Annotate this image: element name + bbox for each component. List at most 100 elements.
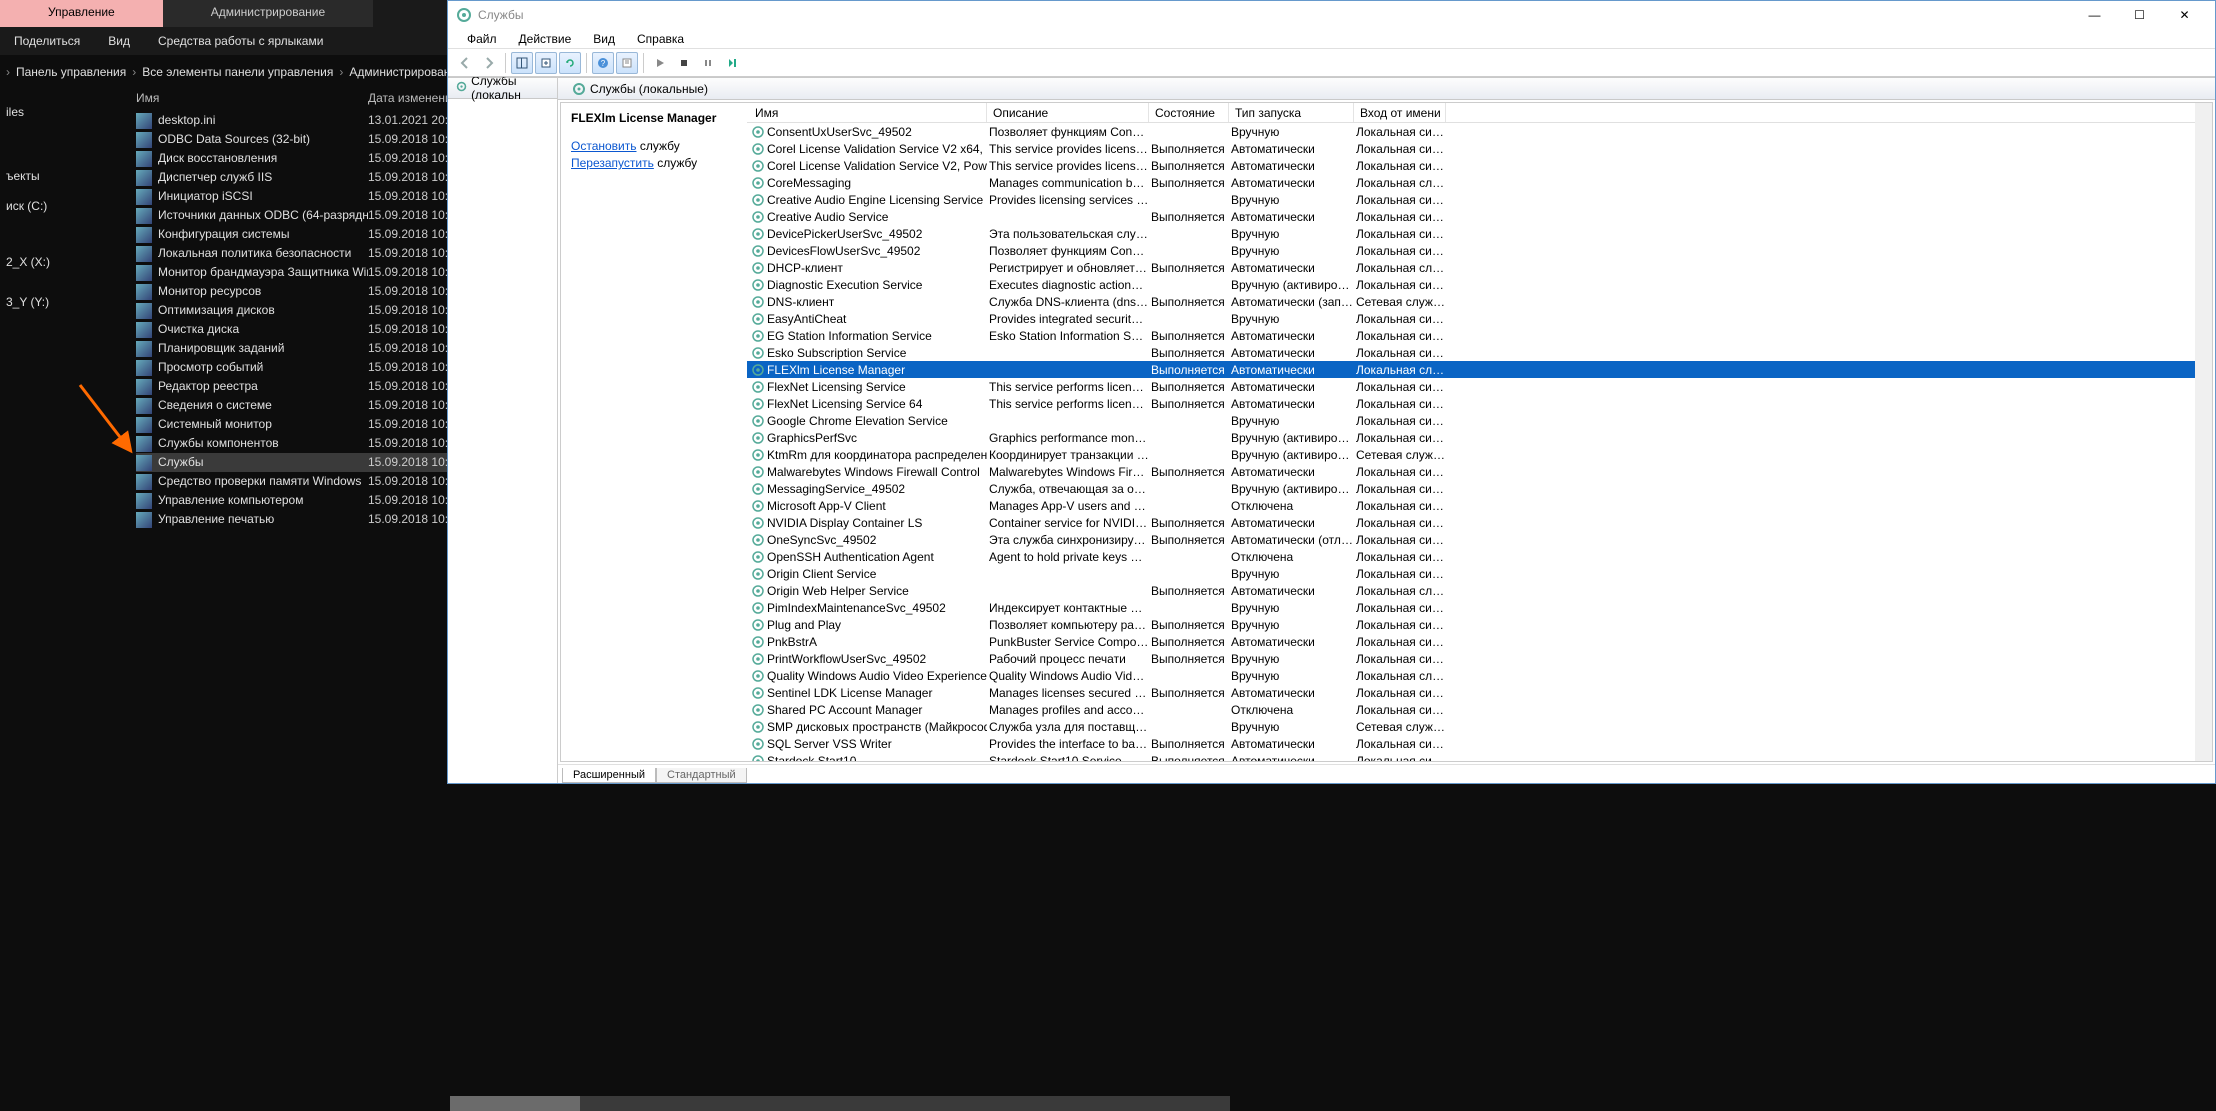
menu-shortcut-tools[interactable]: Средства работы с ярлыками <box>144 31 337 51</box>
pause-button[interactable] <box>697 52 719 74</box>
horizontal-scrollbar[interactable] <box>450 1096 1230 1111</box>
table-row[interactable]: SMP дисковых пространств (Майкрософт)Слу… <box>747 718 2195 735</box>
table-row[interactable]: Quality Windows Audio Video ExperienceQu… <box>747 667 2195 684</box>
service-logon: Локальная сист... <box>1354 346 1446 360</box>
vertical-scrollbar[interactable] <box>2195 103 2212 761</box>
breadcrumb-seg[interactable]: Панель управления <box>10 65 132 79</box>
properties-button[interactable] <box>616 52 638 74</box>
pane-title: Службы (локальные) <box>558 78 2215 100</box>
table-row[interactable]: KtmRm для координатора распределенных ..… <box>747 446 2195 463</box>
table-row[interactable]: Origin Client ServiceВручнуюЛокальная си… <box>747 565 2195 582</box>
sidebar-item[interactable]: iles <box>4 101 126 123</box>
sidebar-item[interactable]: ъекты <box>4 165 126 187</box>
sidebar-item[interactable] <box>4 123 126 131</box>
table-row[interactable]: CoreMessagingManages communication betw.… <box>747 174 2195 191</box>
table-row[interactable]: Plug and PlayПозволяет компьютеру распо.… <box>747 616 2195 633</box>
table-row[interactable]: ConsentUxUserSvc_49502Позволяет функциям… <box>747 123 2195 140</box>
minimize-button[interactable]: — <box>2072 4 2117 26</box>
sidebar-item[interactable] <box>4 187 126 195</box>
menu-file[interactable]: Файл <box>456 32 508 46</box>
table-row[interactable]: FLEXlm License ManagerВыполняетсяАвтомат… <box>747 361 2195 378</box>
col-logon[interactable]: Вход от имени <box>1354 103 1446 122</box>
table-row[interactable]: Corel License Validation Service V2 x64,… <box>747 140 2195 157</box>
menu-view[interactable]: Вид <box>582 32 626 46</box>
table-row[interactable]: EasyAntiCheatProvides integrated securit… <box>747 310 2195 327</box>
table-row[interactable]: PimIndexMaintenanceSvc_49502Индексирует … <box>747 599 2195 616</box>
sidebar-item[interactable] <box>4 139 126 147</box>
tab-standard[interactable]: Стандартный <box>656 768 747 783</box>
service-logon: Локальная сист... <box>1354 397 1446 411</box>
table-row[interactable]: Malwarebytes Windows Firewall ControlMal… <box>747 463 2195 480</box>
table-row[interactable]: Origin Web Helper ServiceВыполняетсяАвто… <box>747 582 2195 599</box>
col-name[interactable]: Имя <box>749 103 987 122</box>
table-row[interactable]: Creative Audio ServiceВыполняетсяАвтомат… <box>747 208 2195 225</box>
sidebar-item[interactable]: 2_X (X:) <box>4 251 126 273</box>
table-row[interactable]: DevicePickerUserSvc_49502Эта пользовател… <box>747 225 2195 242</box>
back-button[interactable] <box>454 52 476 74</box>
sidebar-item[interactable]: 3_Y (Y:) <box>4 291 126 313</box>
table-row[interactable]: OneSyncSvc_49502Эта служба синхронизируе… <box>747 531 2195 548</box>
column-date[interactable]: Дата изменени <box>368 91 452 105</box>
tree-local-services[interactable]: Службы (локальн <box>448 77 557 99</box>
table-row[interactable]: DHCP-клиентРегистрирует и обновляет IP-а… <box>747 259 2195 276</box>
stop-button[interactable] <box>673 52 695 74</box>
table-row[interactable]: EG Station Information ServiceEsko Stati… <box>747 327 2195 344</box>
menu-share[interactable]: Поделиться <box>0 31 94 51</box>
table-row[interactable]: PrintWorkflowUserSvc_49502Рабочий процес… <box>747 650 2195 667</box>
help-button[interactable]: ? <box>592 52 614 74</box>
table-row[interactable]: NVIDIA Display Container LSContainer ser… <box>747 514 2195 531</box>
play-button[interactable] <box>649 52 671 74</box>
sidebar-item[interactable] <box>4 225 126 233</box>
ribbon-tab-manage[interactable]: Управление <box>0 0 163 27</box>
tab-extended[interactable]: Расширенный <box>562 768 656 783</box>
restart-service-link[interactable]: Перезапустить <box>571 156 654 170</box>
sidebar-item[interactable] <box>4 217 126 225</box>
sidebar-item[interactable] <box>4 131 126 139</box>
table-row[interactable]: Corel License Validation Service V2, Pow… <box>747 157 2195 174</box>
table-row[interactable]: SQL Server VSS WriterProvides the interf… <box>747 735 2195 752</box>
forward-button[interactable] <box>478 52 500 74</box>
sidebar-item[interactable]: иск (C:) <box>4 195 126 217</box>
service-desc: Executes diagnostic actions for ... <box>987 278 1149 292</box>
sidebar-item[interactable] <box>4 93 126 101</box>
window-titlebar[interactable]: Службы — ☐ ✕ <box>448 1 2215 29</box>
service-name: SMP дисковых пространств (Майкрософт) <box>767 720 987 734</box>
refresh-button[interactable] <box>559 52 581 74</box>
toolbar-button[interactable] <box>511 52 533 74</box>
table-row[interactable]: Microsoft App-V ClientManages App-V user… <box>747 497 2195 514</box>
close-button[interactable]: ✕ <box>2162 4 2207 26</box>
col-description[interactable]: Описание <box>987 103 1149 122</box>
export-button[interactable] <box>535 52 557 74</box>
table-row[interactable]: Diagnostic Execution ServiceExecutes dia… <box>747 276 2195 293</box>
restart-service-line: Перезапустить службу <box>571 156 737 170</box>
menu-view[interactable]: Вид <box>94 31 144 51</box>
restart-button[interactable] <box>721 52 743 74</box>
table-row[interactable]: DNS-клиентСлужба DNS-клиента (dnscach...… <box>747 293 2195 310</box>
stop-service-link[interactable]: Остановить <box>571 139 637 153</box>
table-row[interactable]: OpenSSH Authentication AgentAgent to hol… <box>747 548 2195 565</box>
service-name-cell: EasyAntiCheat <box>749 312 987 326</box>
scrollbar-thumb[interactable] <box>450 1096 580 1111</box>
table-row[interactable]: Sentinel LDK License ManagerManages lice… <box>747 684 2195 701</box>
table-row[interactable]: FlexNet Licensing ServiceThis service pe… <box>747 378 2195 395</box>
table-row[interactable]: DevicesFlowUserSvc_49502Позволяет функци… <box>747 242 2195 259</box>
table-row[interactable]: PnkBstrAPunkBuster Service Component...В… <box>747 633 2195 650</box>
service-rows[interactable]: ConsentUxUserSvc_49502Позволяет функциям… <box>747 123 2195 761</box>
table-row[interactable]: FlexNet Licensing Service 64This service… <box>747 395 2195 412</box>
col-state[interactable]: Состояние <box>1149 103 1229 122</box>
table-row[interactable]: GraphicsPerfSvcGraphics performance moni… <box>747 429 2195 446</box>
column-name[interactable]: Имя <box>136 91 368 105</box>
table-row[interactable]: Shared PC Account ManagerManages profile… <box>747 701 2195 718</box>
table-row[interactable]: MessagingService_49502Служба, отвечающая… <box>747 480 2195 497</box>
table-row[interactable]: Google Chrome Elevation ServiceВручнуюЛо… <box>747 412 2195 429</box>
service-name: OneSyncSvc_49502 <box>767 533 876 547</box>
table-row[interactable]: Esko Subscription ServiceВыполняетсяАвто… <box>747 344 2195 361</box>
breadcrumb-seg[interactable]: Все элементы панели управления <box>136 65 339 79</box>
maximize-button[interactable]: ☐ <box>2117 4 2162 26</box>
table-row[interactable]: Creative Audio Engine Licensing ServiceP… <box>747 191 2195 208</box>
menu-action[interactable]: Действие <box>508 32 583 46</box>
ribbon-tab-admin[interactable]: Администрирование <box>163 0 373 27</box>
menu-help[interactable]: Справка <box>626 32 695 46</box>
table-row[interactable]: Stardock Start10Stardock Start10 Service… <box>747 752 2195 761</box>
col-startup[interactable]: Тип запуска <box>1229 103 1354 122</box>
